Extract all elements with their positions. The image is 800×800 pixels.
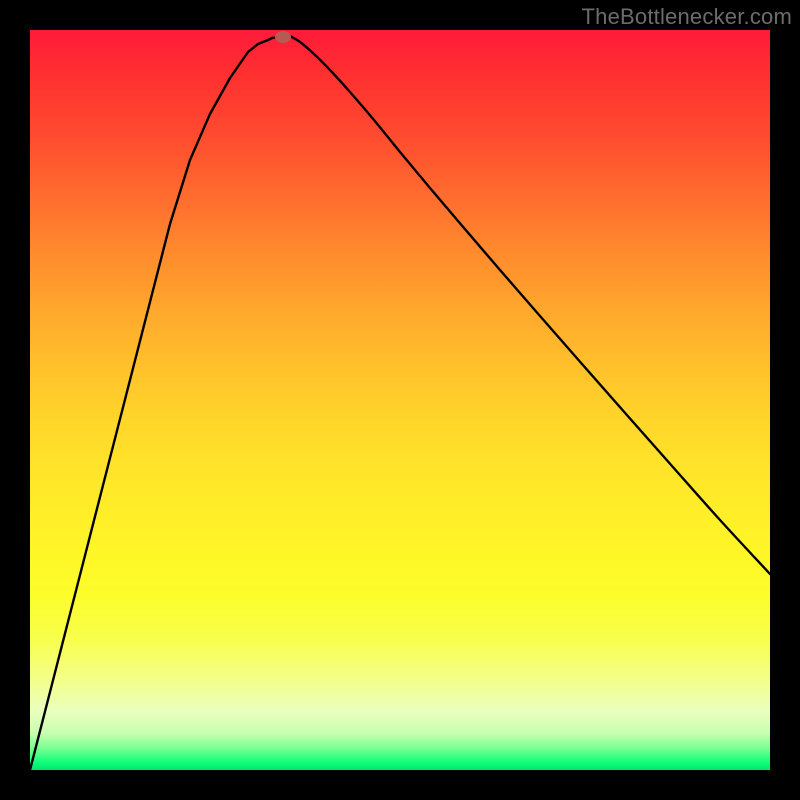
watermark-text: TheBottlenecker.com xyxy=(582,4,792,30)
plot-area xyxy=(30,30,770,770)
curve-left-branch xyxy=(30,38,272,770)
marker-dot xyxy=(275,31,291,43)
curve-right-branch xyxy=(288,35,770,574)
chart-frame: TheBottlenecker.com xyxy=(0,0,800,800)
curve-svg xyxy=(30,30,770,770)
